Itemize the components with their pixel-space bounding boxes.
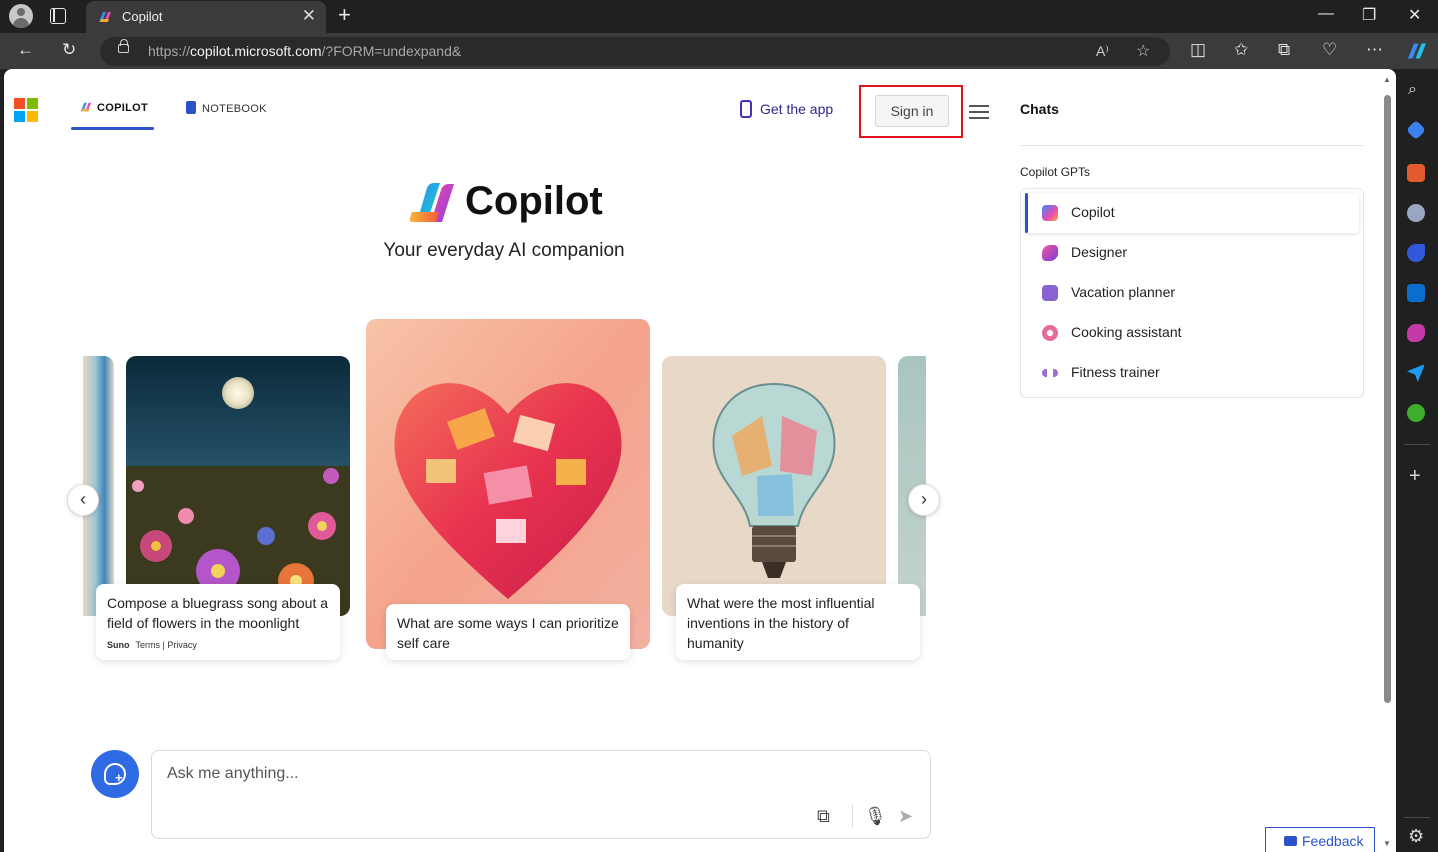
copilot-favicon-icon — [99, 12, 111, 22]
hero-title: Copilot — [465, 179, 603, 223]
notebook-icon — [186, 101, 196, 114]
lightbulb-image — [662, 356, 886, 616]
copilot-gpts-list: Copilot Designer Vacation planner Cookin… — [1020, 188, 1364, 398]
gpt-item-label: Fitness trainer — [1071, 364, 1160, 380]
games-chess-icon[interactable] — [1407, 204, 1425, 222]
card-caption-self-care[interactable]: What are some ways I can prioritize self… — [386, 604, 630, 660]
ask-input[interactable] — [167, 765, 767, 783]
browser-essentials-icon[interactable]: ♡ — [1322, 40, 1337, 60]
card-meta-suno: Suno Terms | Privacy — [107, 635, 329, 655]
lock-icon[interactable] — [118, 39, 129, 53]
carousel-next-button[interactable]: › — [908, 484, 940, 516]
painted-heart-image — [366, 319, 650, 649]
suggestion-carousel: Compose a bluegrass song about a field o… — [83, 319, 926, 679]
phone-icon — [740, 100, 752, 118]
browser-tab-copilot[interactable]: Copilot ✕ — [86, 1, 326, 33]
gpt-item-copilot[interactable]: Copilot — [1025, 193, 1359, 233]
card-text-self-care: What are some ways I can prioritize self… — [397, 615, 619, 651]
flowers-moonlight-image — [126, 356, 350, 616]
profile-avatar-icon[interactable] — [9, 4, 33, 28]
donut-icon — [1042, 325, 1058, 341]
add-sidebar-app-icon[interactable]: + — [1409, 465, 1421, 488]
close-tab-icon[interactable]: ✕ — [302, 6, 316, 26]
copilot-tab-icon — [80, 102, 92, 112]
sign-in-button[interactable]: Sign in — [875, 95, 949, 127]
gpt-item-vacation-planner[interactable]: Vacation planner — [1025, 273, 1359, 313]
card-image-lightbulb[interactable] — [662, 356, 886, 616]
favorites-icon[interactable]: ✩ — [1234, 40, 1248, 60]
settings-more-icon[interactable]: ⋯ — [1366, 40, 1383, 60]
bing-icon[interactable] — [1407, 244, 1425, 262]
menu-hamburger-icon[interactable] — [969, 105, 989, 119]
page-scrollbar[interactable]: ▲ ▼ — [1381, 71, 1394, 851]
tree-icon[interactable] — [1407, 404, 1425, 422]
suitcase-icon — [1042, 285, 1058, 301]
copilot-logo-icon — [409, 183, 454, 222]
terms-privacy-links[interactable]: Terms | Privacy — [136, 640, 197, 650]
designer-gpt-icon — [1042, 245, 1058, 261]
copilot-gpt-icon — [1042, 205, 1058, 221]
gpt-item-label: Vacation planner — [1071, 284, 1176, 300]
back-arrow-icon[interactable]: ← — [17, 40, 34, 60]
gpt-item-label: Copilot — [1071, 204, 1115, 220]
edge-sidebar: ⌕ + ⚙ — [1396, 69, 1438, 852]
card-text-inventions: What were the most influential invention… — [687, 595, 875, 651]
carousel-prev-button[interactable]: ‹ — [67, 484, 99, 516]
browser-tab-bar: Copilot ✕ + — ❐ ✕ — [0, 0, 1438, 33]
gpt-item-designer[interactable]: Designer — [1025, 233, 1359, 273]
active-tab-indicator — [71, 127, 154, 130]
copilot-page: COPILOT NOTEBOOK Get the app Sign in Cop… — [4, 69, 1396, 852]
card-caption-inventions[interactable]: What were the most influential invention… — [676, 584, 920, 660]
tab-actions-icon[interactable] — [50, 8, 66, 24]
tools-briefcase-icon[interactable] — [1407, 164, 1425, 182]
collections-icon[interactable]: ⧉ — [1278, 40, 1290, 60]
dumbbell-icon — [1042, 369, 1058, 377]
microphone-icon[interactable]: 🎙 — [864, 806, 887, 827]
tab-notebook[interactable]: NOTEBOOK — [186, 101, 267, 115]
new-tab-button[interactable]: + — [338, 2, 351, 28]
card-text-bluegrass: Compose a bluegrass song about a field o… — [107, 595, 329, 631]
feedback-button[interactable]: Feedback — [1265, 827, 1375, 852]
close-window-button[interactable]: ✕ — [1408, 5, 1421, 25]
shopping-tag-icon[interactable] — [1406, 120, 1426, 140]
card-image-heart[interactable] — [366, 319, 650, 649]
address-bar[interactable]: https://copilot.microsoft.com/?FORM=unde… — [100, 37, 1170, 66]
restore-window-button[interactable]: ❐ — [1362, 5, 1376, 25]
minimize-window-button[interactable]: — — [1318, 5, 1334, 23]
outlook-icon[interactable] — [1407, 284, 1425, 302]
chats-title: Chats — [1020, 101, 1059, 117]
suno-brand: Suno — [107, 640, 130, 650]
designer-icon[interactable] — [1407, 324, 1425, 342]
search-icon[interactable]: ⌕ — [1408, 81, 1417, 99]
get-the-app-link[interactable]: Get the app — [740, 100, 833, 118]
tab-copilot[interactable]: COPILOT — [79, 101, 148, 114]
gpt-item-label: Designer — [1071, 244, 1128, 260]
scrollbar-thumb[interactable] — [1384, 95, 1391, 703]
split-screen-icon[interactable]: ◫ — [1190, 40, 1206, 60]
copilot-gpts-label: Copilot GPTs — [1020, 165, 1091, 179]
send-icon[interactable]: ➤ — [898, 806, 913, 827]
refresh-icon[interactable]: ↻ — [62, 40, 76, 60]
favorite-star-icon[interactable]: ☆ — [1136, 41, 1150, 61]
card-image-flowers[interactable] — [126, 356, 350, 616]
address-url[interactable]: https://copilot.microsoft.com/?FORM=unde… — [148, 43, 461, 59]
add-image-icon[interactable]: ⧉ — [817, 806, 830, 827]
sidebar-settings-gear-icon[interactable]: ⚙ — [1408, 826, 1424, 847]
gpt-item-fitness-trainer[interactable]: Fitness trainer — [1025, 353, 1359, 393]
ask-box: ⧉ 🎙 ➤ — [151, 750, 931, 839]
copilot-sidebar-icon[interactable] — [1405, 40, 1429, 62]
gpt-item-cooking-assistant[interactable]: Cooking assistant — [1025, 313, 1359, 353]
read-aloud-icon[interactable]: A⁾ — [1096, 43, 1109, 60]
send-telegram-icon[interactable] — [1407, 364, 1425, 382]
card-caption-bluegrass[interactable]: Compose a bluegrass song about a field o… — [96, 584, 340, 660]
browser-toolbar: ← ↻ https://copilot.microsoft.com/?FORM=… — [0, 33, 1438, 69]
hero-subtitle: Your everyday AI companion — [383, 240, 625, 261]
tab-title: Copilot — [122, 9, 163, 24]
microsoft-logo[interactable] — [14, 98, 38, 122]
gpt-item-label: Cooking assistant — [1071, 324, 1182, 340]
new-topic-button[interactable] — [91, 750, 139, 798]
